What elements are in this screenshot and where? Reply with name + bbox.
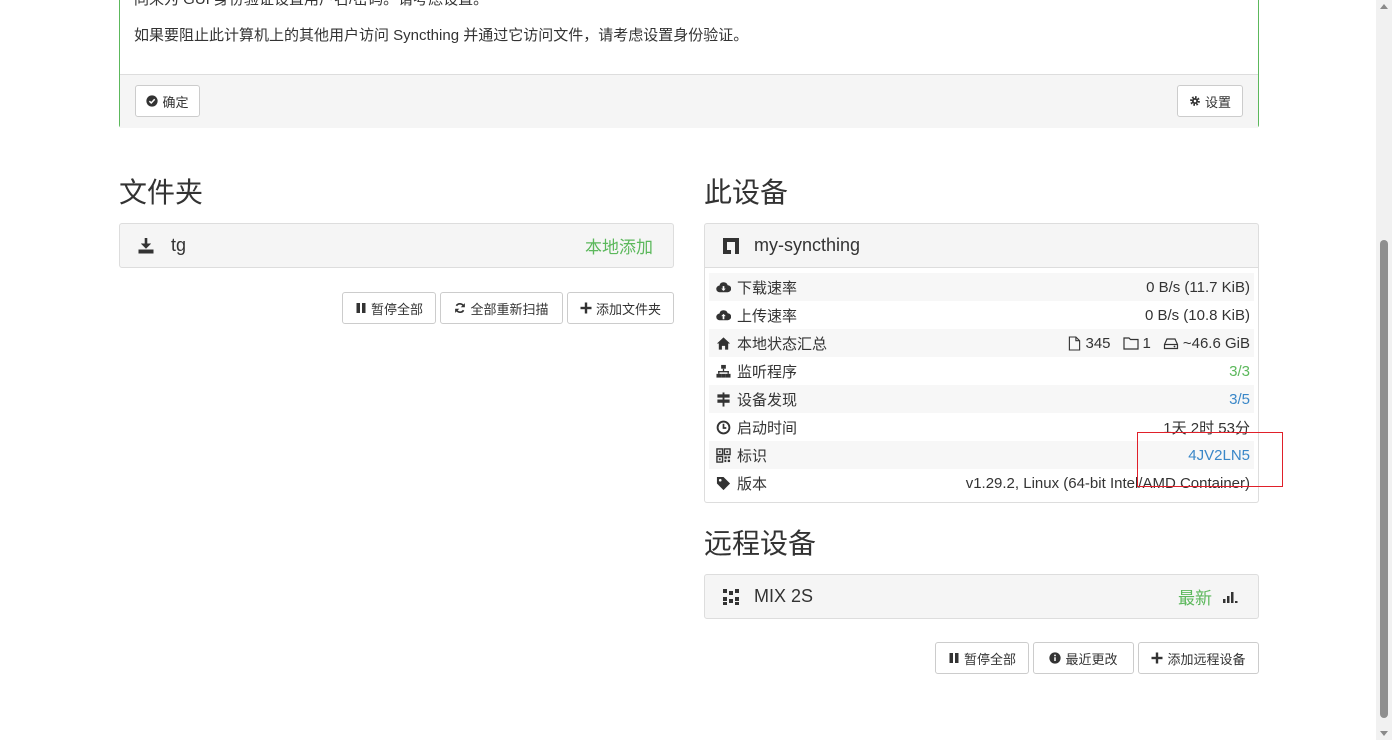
recent-changes-label: 最近更改 — [1065, 651, 1118, 667]
folder-icon — [1122, 337, 1139, 350]
info-circle-icon — [1049, 652, 1062, 664]
pause-all-folders-button[interactable]: 暂停全部 — [342, 292, 436, 324]
auth-warning-body: 同来为 GUI 身份验证设置用户名/密码。请考虑设置。 如果要阻止此计算机上的其… — [134, 0, 1244, 74]
pause-all-devices-label: 暂停全部 — [963, 651, 1016, 667]
local-state-label: 本地状态汇总 — [737, 335, 828, 353]
remote-devices-heading: 远程设备 — [704, 528, 817, 559]
auth-warning-text-1: 同来为 GUI 身份验证设置用户名/密码。请考虑设置。 — [134, 0, 488, 9]
sitemap-icon — [715, 363, 731, 379]
settings-button[interactable]: 设置 — [1177, 85, 1243, 117]
remote-device-item[interactable]: MIX 2S 最新 — [704, 574, 1259, 619]
this-device-heading: 此设备 — [704, 177, 789, 208]
check-circle-icon — [146, 95, 159, 107]
highlight-box — [1137, 432, 1283, 487]
listeners-value[interactable]: 3/3 — [1229, 363, 1250, 380]
plus-icon — [1151, 652, 1163, 664]
listeners-label: 监听程序 — [737, 363, 798, 381]
this-device-name: my-syncthing — [754, 235, 861, 255]
download-tray-icon — [137, 237, 157, 255]
scrollbar-thumb[interactable] — [1380, 240, 1388, 718]
scroll-up-arrow-icon[interactable] — [1380, 4, 1388, 9]
scroll-down-arrow-icon[interactable] — [1380, 731, 1388, 736]
remote-device-identicon — [722, 588, 740, 606]
pause-icon — [356, 303, 366, 313]
auth-warning-text-2: 如果要阻止此计算机上的其他用户访问 Syncthing 并通过它访问文件，请考虑… — [134, 27, 749, 44]
device-id-label: 标识 — [737, 447, 768, 465]
settings-button-label: 设置 — [1204, 94, 1231, 110]
download-rate-row: 下载速率 0 B/s (11.7 KiB) — [709, 273, 1254, 301]
cloud-upload-icon — [715, 307, 731, 323]
download-rate-label: 下载速率 — [737, 279, 798, 297]
refresh-icon — [455, 303, 466, 313]
remote-device-name: MIX 2S — [754, 586, 814, 606]
upload-rate-label: 上传速率 — [737, 307, 798, 325]
uptime-label: 启动时间 — [737, 419, 798, 437]
auth-warning-footer: 确定 设置 — [120, 74, 1258, 128]
add-folder-button[interactable]: 添加文件夹 — [567, 292, 674, 324]
signpost-icon — [715, 391, 731, 407]
tag-icon — [715, 475, 731, 491]
signal-bars-icon — [1222, 590, 1238, 604]
add-remote-device-button[interactable]: 添加远程设备 — [1138, 642, 1259, 674]
local-state-value: 345 1 ~46.6 GiB — [1068, 335, 1250, 352]
local-files-count: 345 — [1085, 334, 1111, 352]
upload-rate-row: 上传速率 0 B/s (10.8 KiB) — [709, 301, 1254, 329]
add-folder-label: 添加文件夹 — [595, 301, 661, 317]
version-label: 版本 — [737, 475, 768, 493]
rescan-all-button[interactable]: 全部重新扫描 — [440, 292, 563, 324]
discovery-value[interactable]: 3/5 — [1229, 391, 1250, 408]
auth-warning-panel: 同来为 GUI 身份验证设置用户名/密码。请考虑设置。 如果要阻止此计算机上的其… — [119, 0, 1259, 128]
local-dirs-count: 1 — [1142, 334, 1151, 352]
file-icon — [1069, 335, 1081, 351]
ok-button-label: 确定 — [162, 94, 189, 110]
page-scrollbar[interactable] — [1376, 0, 1392, 740]
clock-icon — [715, 419, 731, 435]
discovery-row: 设备发现 3/5 — [709, 385, 1254, 413]
download-rate-value: 0 B/s (11.7 KiB) — [1146, 278, 1250, 296]
device-identicon — [722, 237, 740, 255]
folder-status: 本地添加 — [585, 238, 653, 257]
folder-item-tg[interactable]: tg 本地添加 — [119, 223, 674, 268]
cloud-download-icon — [715, 279, 731, 295]
home-icon — [715, 335, 731, 351]
pause-all-devices-button[interactable]: 暂停全部 — [935, 642, 1029, 674]
remote-device-status: 最新 — [1178, 589, 1212, 608]
local-size: ~46.6 GiB — [1182, 334, 1250, 352]
folder-name: tg — [171, 235, 187, 255]
qrcode-icon — [715, 447, 731, 463]
add-remote-device-label: 添加远程设备 — [1167, 651, 1246, 667]
hdd-icon — [1163, 338, 1178, 350]
folders-heading: 文件夹 — [119, 177, 204, 208]
pause-icon — [949, 653, 959, 663]
ok-button[interactable]: 确定 — [135, 85, 200, 117]
rescan-all-label: 全部重新扫描 — [470, 301, 549, 317]
recent-changes-button[interactable]: 最近更改 — [1033, 642, 1134, 674]
listeners-row: 监听程序 3/3 — [709, 357, 1254, 385]
upload-rate-value: 0 B/s (10.8 KiB) — [1144, 306, 1250, 324]
plus-icon — [580, 302, 592, 314]
this-device-header[interactable]: my-syncthing — [704, 223, 1259, 268]
discovery-label: 设备发现 — [737, 391, 798, 409]
gear-icon — [1190, 96, 1200, 106]
local-state-row: 本地状态汇总 345 1 ~46.6 GiB — [709, 329, 1254, 357]
pause-all-folders-label: 暂停全部 — [370, 301, 423, 317]
